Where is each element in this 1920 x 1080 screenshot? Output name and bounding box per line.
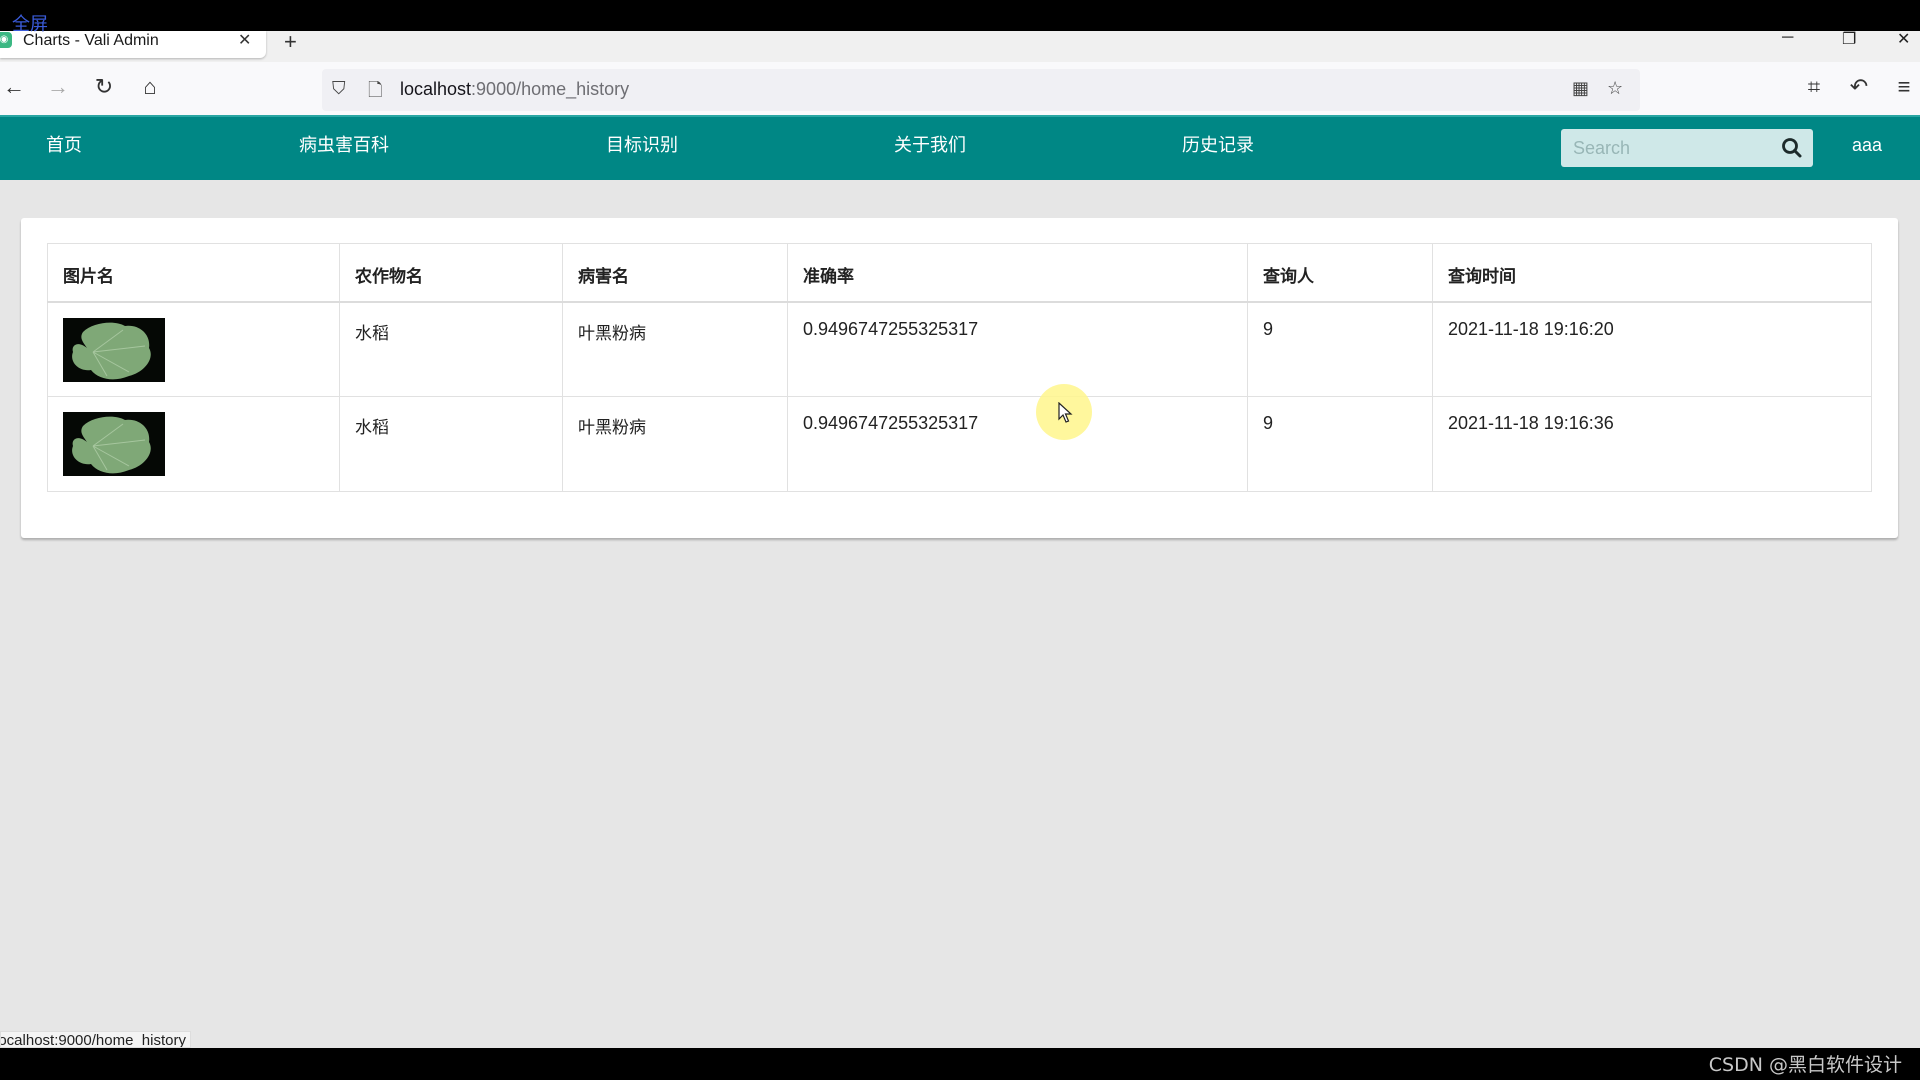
mouse-cursor-icon bbox=[1058, 402, 1073, 423]
screenshot-crop-icon[interactable]: ⌗ bbox=[1800, 73, 1828, 101]
cell-query-time: 2021-11-18 19:16:20 bbox=[1432, 301, 1872, 397]
new-tab-icon[interactable]: + bbox=[284, 29, 297, 55]
header-accuracy: 准确率 bbox=[787, 243, 1248, 303]
bookmark-star-icon[interactable]: ☆ bbox=[1607, 78, 1623, 99]
cell-crop: 水稻 bbox=[339, 396, 563, 492]
tab-close-icon[interactable]: ✕ bbox=[238, 31, 251, 51]
cell-accuracy: 0.9496747255325317 bbox=[787, 396, 1248, 492]
favicon-icon: ◉ bbox=[0, 32, 12, 48]
page-icon[interactable]: 🗋 bbox=[368, 78, 382, 108]
cell-accuracy: 0.9496747255325317 bbox=[787, 301, 1248, 397]
address-bar[interactable]: ⛉ 🗋 localhost:9000/home_history ▦ ☆ bbox=[322, 69, 1640, 111]
history-card: 图片名 农作物名 病害名 准确率 查询人 查询时间 水稻 叶黑粉病 0.9496… bbox=[21, 218, 1898, 538]
table-row: 水稻 叶黑粉病 0.9496747255325317 9 2021-11-18 … bbox=[47, 396, 1872, 492]
shield-icon[interactable]: ⛉ bbox=[332, 78, 346, 99]
close-window-icon[interactable]: ✕ bbox=[1897, 29, 1910, 49]
search-box bbox=[1561, 129, 1813, 167]
status-bar-url: localhost:9000/home_history bbox=[0, 1031, 191, 1048]
cell-query-user: 9 bbox=[1247, 301, 1433, 397]
cell-disease: 叶黑粉病 bbox=[562, 301, 788, 397]
fullscreen-label[interactable]: 全屏 bbox=[12, 10, 48, 36]
site-navbar: 首页 病虫害百科 目标识别 关于我们 历史记录 aaa bbox=[0, 115, 1920, 180]
table-header-row: 图片名 农作物名 病害名 准确率 查询人 查询时间 bbox=[47, 243, 1872, 303]
screen-bottom-bar bbox=[0, 1048, 1920, 1080]
nav-pest-encyclopedia[interactable]: 病虫害百科 bbox=[299, 131, 389, 157]
search-icon[interactable] bbox=[1781, 137, 1803, 159]
cell-query-user: 9 bbox=[1247, 396, 1433, 492]
minimize-icon[interactable]: ─ bbox=[1782, 29, 1793, 47]
watermark: CSDN @黑白软件设计 bbox=[1708, 1054, 1902, 1076]
reload-icon[interactable]: ↻ bbox=[90, 73, 118, 101]
menu-icon[interactable]: ≡ bbox=[1890, 73, 1918, 101]
table-row: 水稻 叶黑粉病 0.9496747255325317 9 2021-11-18 … bbox=[47, 301, 1872, 397]
browser-toolbar: ← → ↻ ⌂ ⛉ 🗋 localhost:9000/home_history … bbox=[0, 62, 1920, 115]
nav-history[interactable]: 历史记录 bbox=[1182, 131, 1254, 157]
back-icon[interactable]: ← bbox=[0, 73, 28, 101]
url-text[interactable]: localhost:9000/home_history bbox=[400, 79, 629, 100]
header-query-time: 查询时间 bbox=[1432, 243, 1872, 303]
forward-icon[interactable]: → bbox=[44, 73, 72, 101]
cell-crop: 水稻 bbox=[339, 301, 563, 397]
header-crop-name: 农作物名 bbox=[339, 243, 563, 303]
header-image-name: 图片名 bbox=[47, 243, 340, 303]
nav-about-us[interactable]: 关于我们 bbox=[894, 131, 966, 157]
header-disease-name: 病害名 bbox=[562, 243, 788, 303]
qr-code-icon[interactable]: ▦ bbox=[1572, 78, 1589, 99]
restore-icon[interactable]: ❐ bbox=[1842, 29, 1856, 49]
undo-icon[interactable]: ↶ bbox=[1845, 73, 1873, 101]
search-input[interactable] bbox=[1561, 129, 1771, 167]
header-query-user: 查询人 bbox=[1247, 243, 1433, 303]
leaf-image bbox=[63, 317, 165, 382]
nav-object-recognition[interactable]: 目标识别 bbox=[606, 131, 678, 157]
home-icon[interactable]: ⌂ bbox=[136, 73, 164, 101]
leaf-image bbox=[63, 412, 165, 476]
browser-tab-bar: ◉ Charts - Vali Admin ✕ + ─ ❐ ✕ bbox=[0, 29, 1920, 62]
nav-home[interactable]: 首页 bbox=[46, 131, 82, 157]
history-table: 图片名 农作物名 病害名 准确率 查询人 查询时间 水稻 叶黑粉病 0.9496… bbox=[47, 243, 1872, 492]
user-menu[interactable]: aaa bbox=[1852, 135, 1882, 156]
screen-top-bar bbox=[0, 0, 1920, 31]
cell-query-time: 2021-11-18 19:16:36 bbox=[1432, 396, 1872, 492]
cell-disease: 叶黑粉病 bbox=[562, 396, 788, 492]
cell-image bbox=[47, 301, 340, 397]
cell-image bbox=[47, 396, 340, 492]
